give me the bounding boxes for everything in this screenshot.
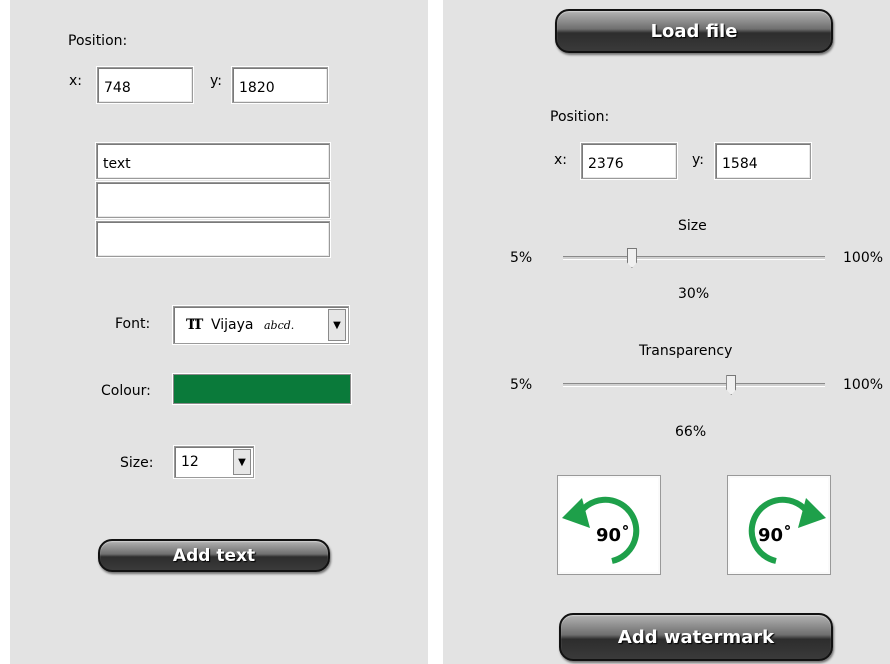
transparency-slider-title: Transparency bbox=[639, 343, 733, 359]
watermark-settings-panel: Load file Position: x: y: Size 5% 100% 3… bbox=[443, 0, 890, 664]
add-text-button[interactable]: Add text bbox=[98, 539, 330, 572]
size-label: Size: bbox=[120, 455, 154, 471]
add-watermark-button[interactable]: Add watermark bbox=[559, 613, 833, 661]
transparency-slider-value: 66% bbox=[675, 424, 707, 440]
y-position-input[interactable] bbox=[231, 66, 329, 104]
text-line-2-input[interactable] bbox=[95, 181, 331, 219]
text-settings-panel: Position: x: y: Font: TT Vijaya abcd. ▼ … bbox=[10, 0, 428, 664]
text-line-3-input[interactable] bbox=[95, 220, 331, 258]
rotate-left-button[interactable]: 90˚ bbox=[557, 475, 661, 575]
position-label: Position: bbox=[68, 33, 128, 49]
transparency-slider-track[interactable] bbox=[563, 383, 825, 387]
rotate-counterclockwise-icon: 90˚ bbox=[562, 496, 640, 564]
font-select[interactable]: TT Vijaya abcd. ▼ bbox=[172, 305, 350, 345]
truetype-icon: TT bbox=[186, 317, 203, 333]
font-name: Vijaya bbox=[211, 317, 254, 333]
font-size-value: 12 bbox=[181, 454, 199, 470]
rotate-left-label: 90˚ bbox=[596, 524, 630, 546]
transparency-slider-max-label: 100% bbox=[843, 377, 884, 393]
rotate-right-label: 90˚ bbox=[758, 524, 792, 546]
y-label: y: bbox=[210, 73, 222, 89]
colour-picker-button[interactable] bbox=[172, 373, 352, 405]
size-slider-max-label: 100% bbox=[843, 250, 884, 266]
rotate-right-button[interactable]: 90˚ bbox=[727, 475, 831, 575]
load-file-button[interactable]: Load file bbox=[555, 9, 833, 53]
chevron-down-icon[interactable]: ▼ bbox=[328, 309, 346, 341]
colour-label: Colour: bbox=[101, 383, 151, 399]
text-line-1-input[interactable] bbox=[95, 142, 331, 180]
x-position-input[interactable] bbox=[580, 142, 678, 180]
rotate-clockwise-icon: 90˚ bbox=[748, 496, 826, 564]
y-position-input[interactable] bbox=[714, 142, 812, 180]
transparency-slider-min-label: 5% bbox=[510, 377, 533, 393]
x-position-input[interactable] bbox=[96, 66, 194, 104]
chevron-down-icon[interactable]: ▼ bbox=[233, 449, 251, 475]
size-slider-title: Size bbox=[678, 218, 707, 234]
y-label: y: bbox=[692, 152, 704, 168]
x-label: x: bbox=[69, 73, 83, 89]
x-label: x: bbox=[554, 152, 568, 168]
size-slider-thumb[interactable] bbox=[626, 248, 637, 268]
size-slider-value: 30% bbox=[678, 286, 710, 302]
size-slider-track[interactable] bbox=[563, 256, 825, 260]
font-label: Font: bbox=[115, 316, 151, 332]
size-slider-min-label: 5% bbox=[510, 250, 533, 266]
position-label: Position: bbox=[550, 109, 610, 125]
transparency-slider-thumb[interactable] bbox=[726, 375, 737, 395]
font-sample: abcd. bbox=[264, 319, 295, 332]
font-size-select[interactable]: 12 ▼ bbox=[173, 445, 255, 479]
